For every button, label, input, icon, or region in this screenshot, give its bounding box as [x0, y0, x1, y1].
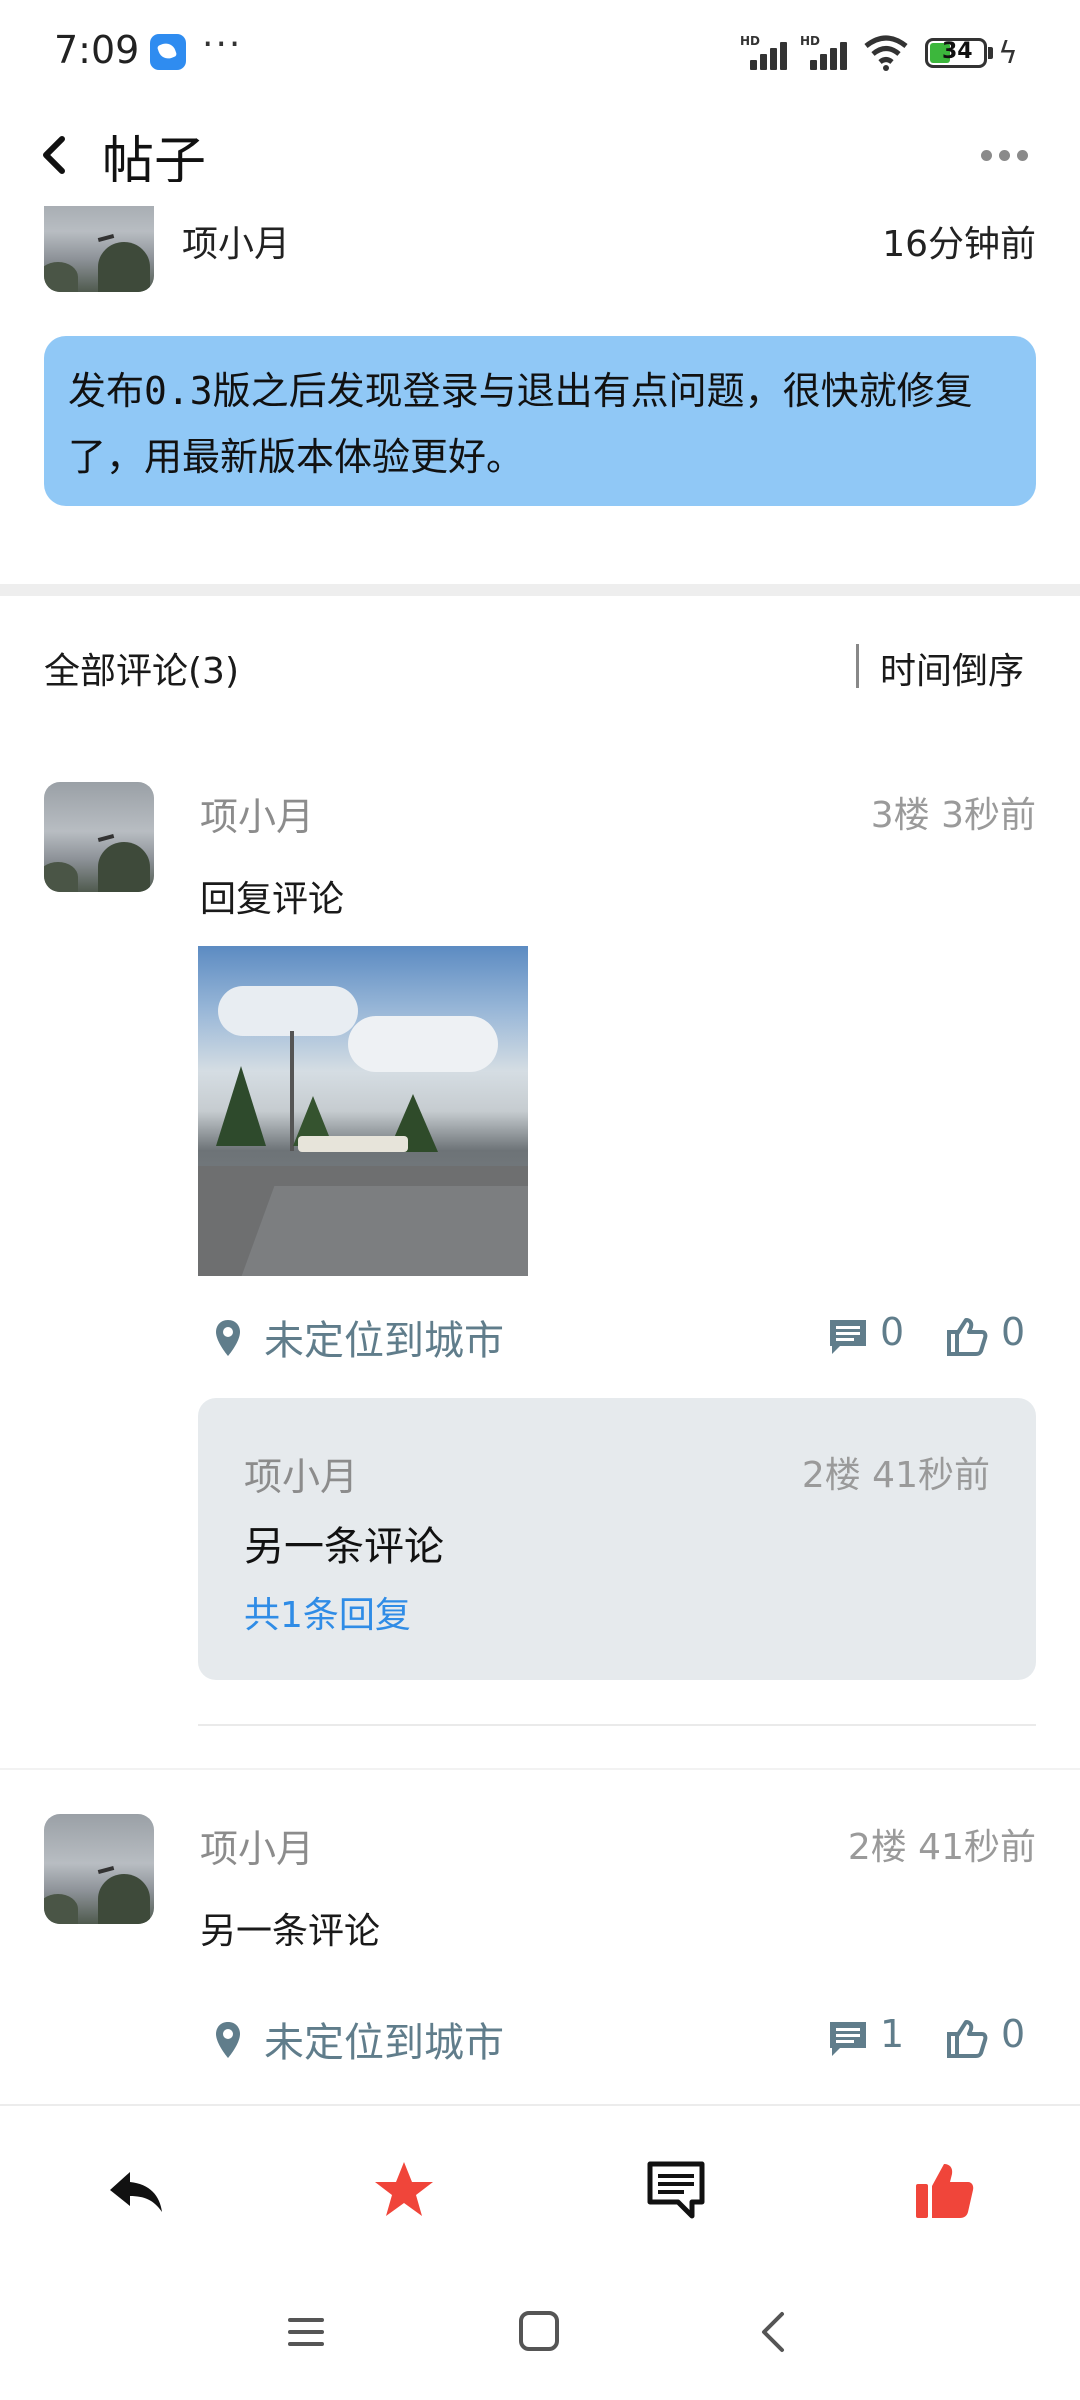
comment-text: 另一条评论 [200, 1911, 381, 1952]
reply-icon[interactable] [104, 2158, 168, 2222]
comment-meta: 2楼 41秒前 [847, 1827, 1036, 1868]
scroll-edge [0, 182, 200, 206]
thumbs-up-icon[interactable] [946, 2018, 988, 2058]
section-divider [0, 584, 1080, 596]
bottom-action-bar [0, 2104, 1080, 2270]
post-content-bubble: 发布0.3版之后发现登录与退出有点问题，很快就修复了，用最新版本体验更好。 [44, 336, 1036, 506]
nested-reply-card[interactable]: 项小月 2楼 41秒前 另一条评论 共1条回复 [198, 1398, 1036, 1680]
comment-meta: 3楼 3秒前 [870, 795, 1036, 836]
post-time: 16分钟前 [882, 224, 1036, 265]
avatar[interactable] [44, 1814, 154, 1924]
post-content: 发布0.3版之后发现登录与退出有点问题，很快就修复了，用最新版本体验更好。 [68, 369, 973, 479]
location-pin-icon [216, 1320, 240, 1356]
comment-count: 1 [880, 2012, 905, 2056]
comment-count: 0 [880, 1310, 905, 1354]
sort-toggle[interactable]: 时间倒序 [880, 642, 1024, 694]
view-replies-link[interactable]: 共1条回复 [244, 1586, 411, 1638]
battery-icon: 34 [925, 38, 987, 68]
location-pin-icon [216, 2022, 240, 2058]
comment-icon[interactable] [828, 2020, 868, 2058]
thumbs-up-filled-icon[interactable] [912, 2158, 976, 2222]
like-count: 0 [1001, 2012, 1026, 2056]
home-icon[interactable] [516, 2308, 562, 2354]
comments-title: 全部评论(3) [44, 651, 239, 692]
charging-icon: ϟ [998, 36, 1018, 71]
status-bar: 7:09 ··· HD HD 34 ϟ [0, 0, 1080, 105]
reply-meta: 2楼 41秒前 [801, 1455, 990, 1496]
comment-divider [0, 1768, 1080, 1770]
location-text: 未定位到城市 [264, 1318, 504, 1364]
comment-author[interactable]: 项小月 [200, 1818, 314, 1873]
hd-label: HD [740, 34, 761, 48]
favorite-star-icon[interactable] [372, 2158, 436, 2222]
more-notifications-icon: ··· [202, 24, 243, 65]
thumbs-up-icon[interactable] [946, 1316, 988, 1356]
status-time: 7:09 [54, 28, 140, 72]
sort-divider [856, 644, 859, 688]
avatar[interactable] [44, 782, 154, 892]
menu-icon[interactable] [284, 2310, 328, 2354]
comment-photo[interactable] [198, 946, 528, 1276]
comment-author[interactable]: 项小月 [200, 786, 314, 841]
reply-text: 另一条评论 [244, 1524, 444, 1570]
back-button[interactable] [30, 127, 80, 183]
comment-icon[interactable] [644, 2158, 708, 2222]
signal-icon: HD [800, 34, 852, 70]
more-options-icon[interactable] [975, 135, 1035, 175]
signal-icon: HD [740, 34, 792, 70]
comment-icon[interactable] [828, 1318, 868, 1356]
battery-level: 34 [942, 39, 973, 64]
app-notification-icon [150, 34, 186, 70]
comment-text: 回复评论 [200, 879, 345, 920]
like-count: 0 [1001, 1310, 1026, 1354]
reply-author[interactable]: 项小月 [244, 1446, 358, 1501]
wifi-icon [864, 35, 908, 71]
location-text: 未定位到城市 [264, 2020, 504, 2066]
hd-label: HD [800, 34, 821, 48]
nav-back-icon[interactable] [754, 2308, 794, 2356]
post-author[interactable]: 项小月 [182, 215, 290, 267]
comment-divider [198, 1724, 1036, 1726]
system-navigation-bar [0, 2270, 1080, 2400]
